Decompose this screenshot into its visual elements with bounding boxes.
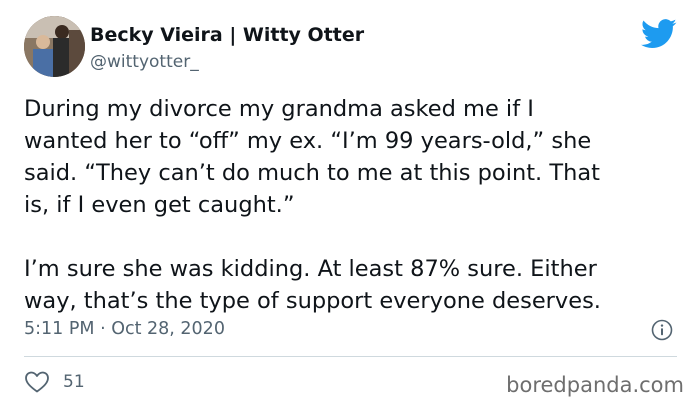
avatar[interactable] — [24, 16, 85, 77]
avatar-photo — [24, 16, 85, 77]
source-watermark: boredpanda.com — [506, 373, 684, 397]
tweet-line: I’m sure she was kidding. At least 87% s… — [24, 256, 597, 282]
tweet-line: During my divorce my grandma asked me if… — [24, 96, 534, 122]
tweet-text: During my divorce my grandma asked me if… — [24, 93, 684, 317]
tweet-line: wanted her to “off” my ex. “I’m 99 years… — [24, 128, 592, 154]
divider — [24, 356, 677, 357]
tweet-line: way, that’s the type of support everyone… — [24, 288, 601, 314]
author-name[interactable]: Becky Vieira | Witty Otter — [90, 23, 364, 47]
info-icon[interactable] — [651, 319, 673, 341]
tweet-timestamp[interactable]: 5:11 PM · Oct 28, 2020 — [24, 317, 225, 341]
heart-icon[interactable] — [24, 370, 50, 394]
author-handle[interactable]: @wittyotter_ — [90, 51, 199, 73]
like-count: 51 — [63, 372, 85, 392]
tweet-line: is, if I even get caught.” — [24, 192, 295, 218]
tweet-line: said. “They can’t do much to me at this … — [24, 160, 600, 186]
twitter-bird-icon[interactable] — [641, 19, 677, 49]
